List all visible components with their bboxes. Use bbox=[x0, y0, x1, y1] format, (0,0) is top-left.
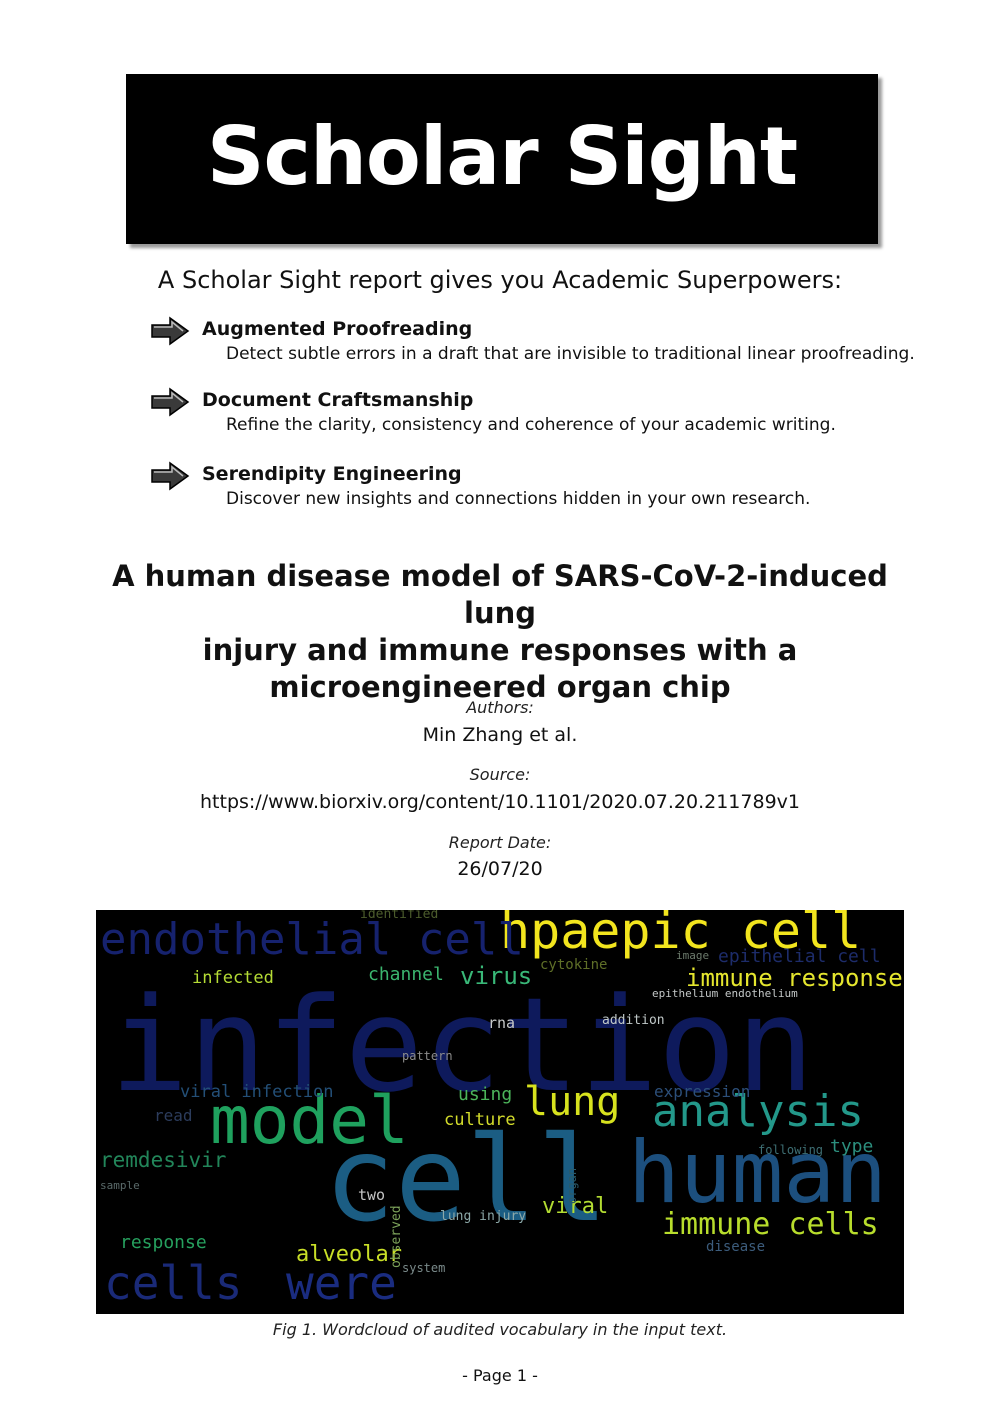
feature-description: Refine the clarity, consistency and cohe… bbox=[226, 415, 836, 435]
report-date-label: Report Date: bbox=[448, 833, 552, 852]
paper-title-line: A human disease model of SARS-CoV-2-indu… bbox=[112, 559, 888, 630]
wordcloud-word: type bbox=[830, 1136, 874, 1157]
source-link[interactable]: https://www.biorxiv.org/content/10.1101/… bbox=[0, 791, 1000, 813]
feature-title: Document Craftsmanship bbox=[202, 389, 474, 411]
wordcloud-word: cytokine bbox=[540, 957, 608, 973]
paper-title-line: injury and immune responses with a bbox=[202, 633, 798, 667]
wordcloud-word: organ bbox=[565, 1167, 579, 1204]
report-date-value: 26/07/20 bbox=[457, 858, 543, 880]
wordcloud-word: observed bbox=[389, 1205, 404, 1268]
feature-description: Detect subtle errors in a draft that are… bbox=[226, 344, 915, 364]
wordcloud-word: disease bbox=[706, 1239, 766, 1255]
authors-value: Min Zhang et al. bbox=[422, 724, 578, 746]
wordcloud-word: two bbox=[358, 1186, 386, 1204]
wordcloud-word: lung injury bbox=[440, 1209, 527, 1224]
paper-title: A human disease model of SARS-CoV-2-indu… bbox=[80, 558, 920, 706]
tagline: A Scholar Sight report gives you Academi… bbox=[157, 266, 843, 294]
feature-description: Discover new insights and connections hi… bbox=[226, 489, 811, 509]
report-banner: Scholar Sight bbox=[126, 74, 878, 244]
wordcloud-word: identified bbox=[360, 910, 439, 922]
wordcloud-word: image bbox=[676, 949, 710, 962]
wordcloud-word: alveolar bbox=[296, 1242, 402, 1267]
banner-title: Scholar Sight bbox=[206, 109, 798, 203]
wordcloud-word: channel bbox=[368, 964, 444, 985]
feature-title: Augmented Proofreading bbox=[202, 318, 473, 340]
authors-label: Authors: bbox=[466, 698, 534, 717]
wordcloud-word: read bbox=[154, 1106, 193, 1125]
wordcloud-word: lung bbox=[524, 1079, 621, 1125]
wordcloud-word: infected bbox=[192, 968, 274, 988]
wordcloud-word: expression bbox=[654, 1082, 751, 1101]
feature-title: Serendipity Engineering bbox=[202, 463, 462, 485]
wordcloud-word: using bbox=[458, 1084, 513, 1105]
wordcloud-word: epithelial cell bbox=[718, 946, 881, 967]
wordcloud-word: following bbox=[758, 1143, 824, 1157]
right-arrow-icon bbox=[151, 316, 190, 346]
wordcloud-word: culture bbox=[444, 1110, 516, 1130]
wordcloud-word: epithelium endothelium bbox=[652, 987, 798, 1000]
source-label: Source: bbox=[469, 765, 531, 784]
wordcloud-word: virus bbox=[460, 962, 533, 990]
wordcloud-figure: infection cell human model hpaepic cell endot… bbox=[96, 910, 904, 1314]
wordcloud-word: pattern bbox=[402, 1049, 453, 1063]
wordcloud-word: sample bbox=[100, 1179, 140, 1192]
wordcloud-word: response bbox=[120, 1232, 207, 1253]
right-arrow-icon bbox=[151, 461, 190, 491]
page-number: - Page 1 - bbox=[462, 1366, 538, 1385]
wordcloud-word: immune cells bbox=[662, 1207, 879, 1242]
wordcloud-word: remdesivir bbox=[100, 1148, 227, 1172]
wordcloud-word: endothelial cell bbox=[100, 914, 524, 965]
wordcloud-word: system bbox=[402, 1261, 446, 1275]
wordcloud-word: cells bbox=[104, 1256, 243, 1310]
right-arrow-icon bbox=[151, 387, 190, 417]
figure-caption: Fig 1. Wordcloud of audited vocabulary i… bbox=[272, 1320, 728, 1339]
wordcloud-word: rna bbox=[488, 1014, 516, 1032]
wordcloud-word: addition bbox=[602, 1013, 665, 1028]
wordcloud-word: viral infection bbox=[180, 1082, 334, 1102]
